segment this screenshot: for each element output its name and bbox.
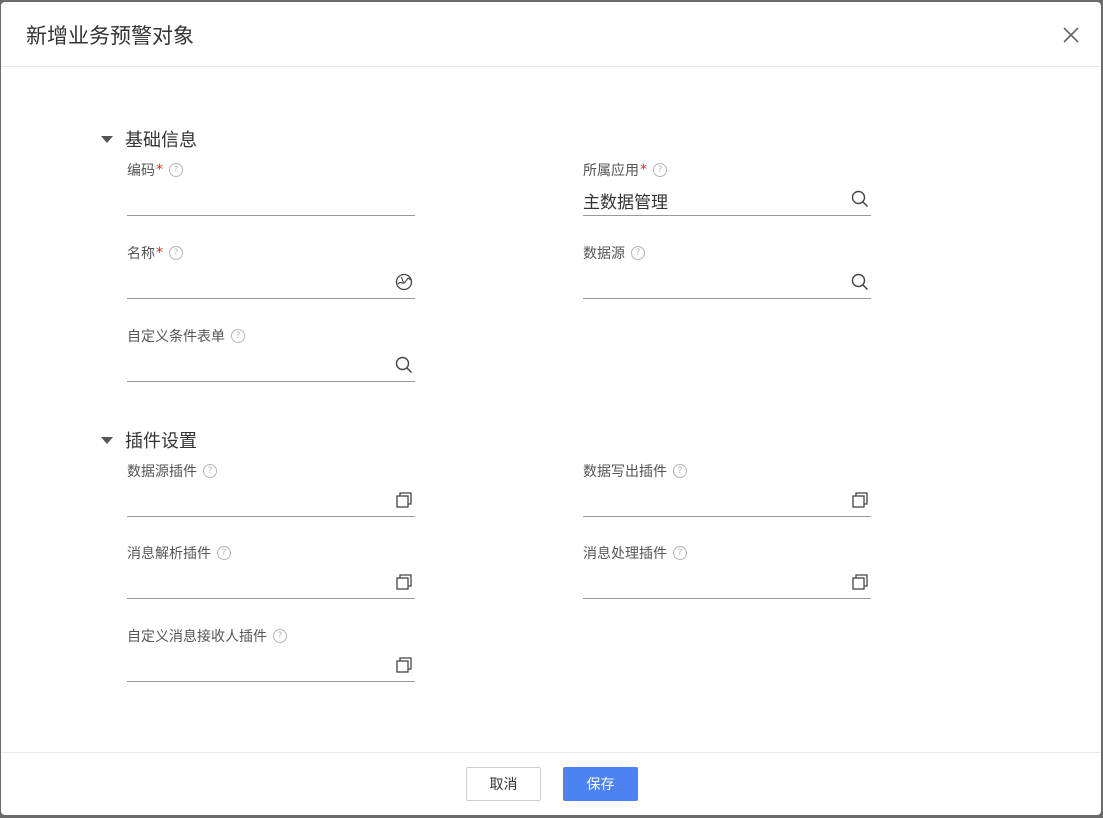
- copy-icon[interactable]: [851, 573, 869, 591]
- custom-form-input[interactable]: [127, 347, 415, 382]
- field-label: 数据源插件: [127, 464, 197, 480]
- close-icon: [1063, 27, 1079, 43]
- parse-plugin-input[interactable]: [127, 564, 415, 599]
- caret-down-icon: [101, 437, 113, 444]
- field-parse-plugin: 消息解析插件 ?: [127, 543, 415, 599]
- copy-icon[interactable]: [395, 491, 413, 509]
- required-mark: *: [156, 245, 163, 261]
- field-label: 数据源: [583, 246, 625, 262]
- required-mark: *: [156, 162, 163, 178]
- cancel-button[interactable]: 取消: [466, 767, 541, 801]
- caret-down-icon: [101, 136, 113, 143]
- help-icon[interactable]: ?: [169, 246, 183, 260]
- help-icon[interactable]: ?: [653, 163, 667, 177]
- help-icon[interactable]: ?: [673, 464, 687, 478]
- field-process-plugin: 消息处理插件 ?: [583, 543, 871, 599]
- field-label: 消息处理插件: [583, 546, 667, 562]
- field-label: 所属应用: [583, 163, 639, 179]
- copy-icon[interactable]: [395, 656, 413, 674]
- help-icon[interactable]: ?: [203, 464, 217, 478]
- help-icon[interactable]: ?: [631, 246, 645, 260]
- section-title: 基础信息: [125, 130, 197, 151]
- required-mark: *: [640, 162, 647, 178]
- ds-plugin-input[interactable]: [127, 482, 415, 517]
- save-button[interactable]: 保存: [563, 767, 638, 801]
- search-icon[interactable]: [395, 356, 413, 374]
- field-datasource: 数据源 ?: [583, 243, 871, 299]
- help-icon[interactable]: ?: [169, 163, 183, 177]
- help-icon[interactable]: ?: [273, 629, 287, 643]
- field-label: 数据写出插件: [583, 464, 667, 480]
- field-app: 所属应用 * ? 主数据管理: [583, 160, 871, 216]
- dialog-header: 新增业务预警对象: [1, 2, 1101, 67]
- dialog-title: 新增业务预警对象: [26, 24, 194, 48]
- search-icon[interactable]: [851, 190, 869, 208]
- field-receiver-plugin: 自定义消息接收人插件 ?: [127, 626, 415, 682]
- copy-icon[interactable]: [851, 491, 869, 509]
- section-plugin-settings[interactable]: 插件设置: [101, 427, 197, 453]
- dialog: 新增业务预警对象 基础信息 编码 * ? 所属应用 * ? 主数据管理 名称 *…: [1, 2, 1101, 815]
- copy-icon[interactable]: [395, 573, 413, 591]
- receiver-plugin-input[interactable]: [127, 647, 415, 682]
- app-value: 主数据管理: [583, 192, 668, 213]
- field-code: 编码 * ?: [127, 160, 415, 216]
- field-label: 自定义消息接收人插件: [127, 629, 267, 645]
- search-icon[interactable]: [851, 273, 869, 291]
- field-label: 消息解析插件: [127, 546, 211, 562]
- field-write-plugin: 数据写出插件 ?: [583, 461, 871, 517]
- help-icon[interactable]: ?: [673, 546, 687, 560]
- field-label: 自定义条件表单: [127, 329, 225, 345]
- section-title: 插件设置: [125, 431, 197, 452]
- field-label: 编码: [127, 163, 155, 179]
- field-ds-plugin: 数据源插件 ?: [127, 461, 415, 517]
- section-basic-info[interactable]: 基础信息: [101, 126, 197, 152]
- field-name: 名称 * ?: [127, 243, 415, 299]
- code-input[interactable]: [127, 181, 415, 216]
- help-icon[interactable]: ?: [217, 546, 231, 560]
- app-input[interactable]: 主数据管理: [583, 181, 871, 216]
- dialog-footer: 取消 保存: [1, 752, 1101, 815]
- globe-icon[interactable]: [395, 273, 413, 291]
- close-button[interactable]: [1061, 25, 1081, 45]
- help-icon[interactable]: ?: [231, 329, 245, 343]
- field-custom-form: 自定义条件表单 ?: [127, 326, 415, 382]
- process-plugin-input[interactable]: [583, 564, 871, 599]
- field-label: 名称: [127, 246, 155, 262]
- write-plugin-input[interactable]: [583, 482, 871, 517]
- datasource-input[interactable]: [583, 264, 871, 299]
- name-input[interactable]: [127, 264, 415, 299]
